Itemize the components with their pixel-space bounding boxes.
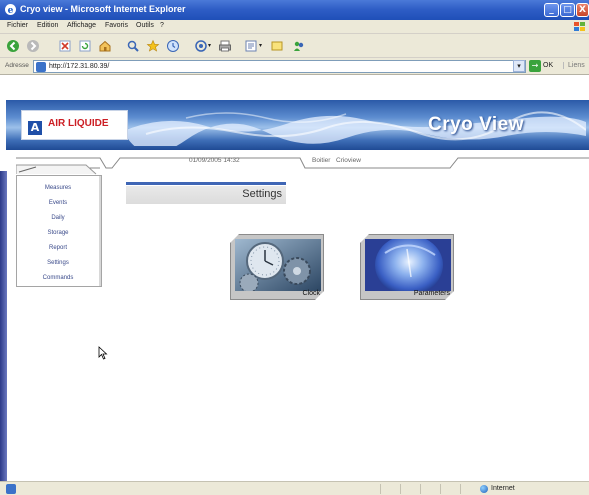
toolbar: ▾ ▾ bbox=[0, 34, 589, 58]
parameters-label: Parameters bbox=[413, 290, 450, 297]
clock-tile-button[interactable]: Clock bbox=[230, 234, 324, 300]
nav-item-measures[interactable]: Measures bbox=[17, 185, 99, 191]
nav-item-daily[interactable]: Daily bbox=[17, 215, 99, 221]
refresh-icon[interactable] bbox=[78, 39, 92, 53]
status-divider bbox=[400, 484, 401, 494]
maximize-button[interactable]: □ bbox=[560, 3, 575, 17]
nav-item-settings[interactable]: Settings bbox=[17, 260, 99, 266]
mail-icon[interactable] bbox=[194, 39, 208, 53]
home-icon[interactable] bbox=[98, 39, 112, 53]
page-content: A AIR LIQUIDE Cryo View 01/09/2005 14:32… bbox=[0, 76, 589, 481]
address-url[interactable]: http://172.31.80.39/ bbox=[49, 63, 109, 70]
menu-affichage[interactable]: Affichage bbox=[67, 22, 96, 29]
history-icon[interactable] bbox=[166, 39, 180, 53]
messenger-icon[interactable] bbox=[292, 39, 306, 53]
discuss-icon[interactable] bbox=[270, 39, 284, 53]
clock-image bbox=[235, 239, 321, 291]
parameters-tile-button[interactable]: Parameters bbox=[360, 234, 454, 300]
settings-heading-rule bbox=[126, 182, 286, 185]
parameters-image bbox=[365, 239, 451, 291]
app-brand-title: Cryo View bbox=[428, 114, 525, 135]
status-divider bbox=[460, 484, 461, 494]
nav-item-report[interactable]: Report bbox=[17, 245, 99, 251]
search-icon[interactable] bbox=[126, 39, 140, 53]
print-icon[interactable] bbox=[218, 39, 232, 53]
info-boitier-label: Boitier bbox=[312, 157, 331, 164]
info-device-name: Crioview bbox=[336, 157, 361, 164]
menu-outils[interactable]: Outils bbox=[136, 22, 154, 29]
page-status-icon bbox=[6, 484, 16, 494]
tile-corner bbox=[230, 234, 239, 243]
minimize-button[interactable]: _ bbox=[544, 3, 559, 17]
status-bar: Internet bbox=[0, 481, 589, 495]
menu-help[interactable]: ? bbox=[160, 22, 164, 29]
clock-gears-icon bbox=[235, 239, 321, 291]
window-title: Cryo view - Microsoft Internet Explorer bbox=[20, 4, 186, 14]
clock-label: Clock bbox=[302, 290, 320, 297]
page-title: Settings bbox=[242, 188, 282, 200]
favorites-icon[interactable] bbox=[146, 39, 160, 53]
ie-icon: e bbox=[5, 4, 16, 16]
links-button[interactable]: Liens bbox=[563, 62, 585, 69]
go-arrow-icon[interactable]: → bbox=[529, 60, 541, 72]
mouse-cursor-icon bbox=[98, 346, 108, 360]
forward-icon[interactable] bbox=[26, 39, 40, 53]
status-divider bbox=[440, 484, 441, 494]
logo-text: AIR LIQUIDE bbox=[48, 118, 109, 129]
edit-icon[interactable] bbox=[244, 39, 258, 53]
mail-dropdown-icon[interactable]: ▾ bbox=[208, 42, 211, 49]
nav-panel: Measures Events Daily Storage Report Set… bbox=[16, 175, 102, 287]
window-titlebar: e Cryo view - Microsoft Internet Explore… bbox=[0, 0, 589, 20]
back-icon[interactable] bbox=[6, 39, 20, 53]
stop-icon[interactable] bbox=[58, 39, 72, 53]
address-label: Adresse bbox=[5, 62, 29, 69]
nav-item-storage[interactable]: Storage bbox=[17, 230, 99, 236]
address-input[interactable]: http://172.31.80.39/ bbox=[33, 60, 526, 73]
internet-globe-icon bbox=[480, 485, 488, 493]
nav-item-commands[interactable]: Commands bbox=[17, 275, 99, 281]
close-button[interactable]: X bbox=[576, 3, 589, 17]
windows-logo-icon bbox=[574, 22, 585, 31]
address-dropdown-icon[interactable]: ▾ bbox=[513, 60, 525, 72]
air-liquide-logo: A AIR LIQUIDE bbox=[21, 110, 128, 140]
edit-dropdown-icon[interactable]: ▾ bbox=[259, 42, 262, 49]
address-bar: Adresse http://172.31.80.39/ bbox=[0, 58, 589, 75]
tile-corner bbox=[360, 234, 369, 243]
menu-edition[interactable]: Edition bbox=[37, 22, 58, 29]
nav-panel-tab bbox=[16, 164, 97, 175]
go-button[interactable]: OK bbox=[543, 62, 553, 69]
svg-text:e: e bbox=[8, 6, 14, 16]
left-decoration-strip bbox=[0, 171, 7, 481]
security-zone-label: Internet bbox=[491, 485, 515, 492]
menu-favoris[interactable]: Favoris bbox=[105, 22, 128, 29]
menu-fichier[interactable]: Fichier bbox=[7, 22, 28, 29]
nav-item-events[interactable]: Events bbox=[17, 200, 99, 206]
status-divider bbox=[380, 484, 381, 494]
info-datetime: 01/09/2005 14:32 bbox=[189, 157, 240, 164]
parameters-lens-icon bbox=[365, 239, 451, 291]
menu-bar: Fichier Edition Affichage Favoris Outils… bbox=[0, 20, 589, 34]
air-liquide-mark-icon: A bbox=[28, 121, 42, 135]
page-icon bbox=[36, 62, 46, 72]
status-divider bbox=[420, 484, 421, 494]
